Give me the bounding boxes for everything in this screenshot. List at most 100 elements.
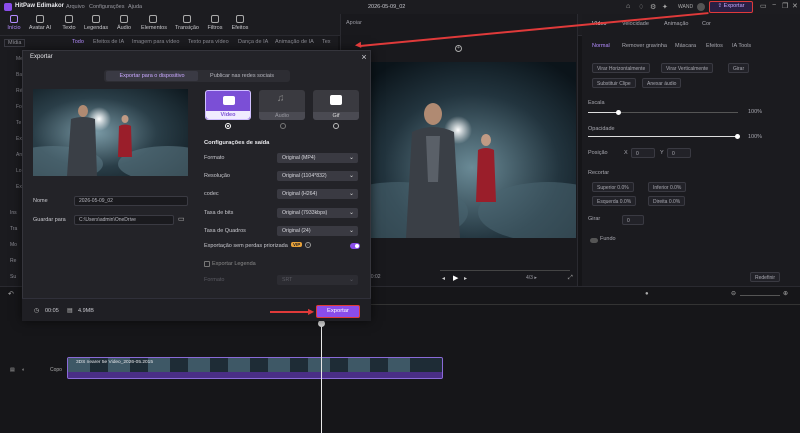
nav-item[interactable]: Mo <box>10 242 17 248</box>
gift-icon[interactable]: ✦ <box>662 3 668 11</box>
settings-icon[interactable]: ⚙ <box>650 3 656 11</box>
folder-icon[interactable]: ▭ <box>178 215 185 223</box>
nav-item[interactable]: Ex <box>16 136 22 142</box>
media-tab-animacao-ia[interactable]: Animação de IA <box>275 39 314 45</box>
format-audio-card[interactable]: ♫ Áudio <box>259 90 305 120</box>
tab-elementos[interactable]: Elementos <box>141 15 167 31</box>
nav-item[interactable]: Lo <box>16 168 22 174</box>
media-tab-texto[interactable]: Tex <box>322 39 331 45</box>
close-icon[interactable]: × <box>359 52 369 62</box>
rotate-button[interactable]: Girar <box>728 63 750 73</box>
format-gif-radio[interactable] <box>333 123 339 129</box>
rp-subtab-efeitos[interactable]: Efeitos <box>706 43 723 49</box>
tab-export-device[interactable]: Exportar para o dispositivo <box>106 71 198 81</box>
escala-knob[interactable] <box>616 110 621 115</box>
fundo-label[interactable]: Fundo <box>600 236 616 242</box>
rp-tab-animacao[interactable]: Animação <box>664 21 688 27</box>
format-video-card[interactable]: Vídeo <box>205 90 251 120</box>
zoom-slider[interactable] <box>740 295 780 296</box>
rp-tab-velocidade[interactable]: Velocidade <box>622 21 649 27</box>
export-button[interactable]: Exportar <box>316 305 360 318</box>
framerate-select[interactable]: Original (24) ⌄ <box>277 226 358 236</box>
preview-video[interactable] <box>368 62 576 238</box>
crop-superior[interactable]: Superior 0.0% <box>592 182 634 192</box>
export-top-button[interactable]: ⇪ Exportar <box>709 1 753 13</box>
media-tab-imagem-video[interactable]: Imagem para vídeo <box>132 39 179 45</box>
rp-subtab-mascara[interactable]: Máscara <box>675 43 696 49</box>
nav-item[interactable]: Re <box>10 258 16 264</box>
tab-transicao[interactable]: Transição <box>175 15 199 31</box>
nav-item[interactable]: Su <box>10 274 16 280</box>
replace-clip-button[interactable]: Substituir Clipe <box>592 78 636 88</box>
close-window-icon[interactable]: ✕ <box>792 2 798 10</box>
media-tab-danca-ia[interactable]: Dança de IA <box>238 39 268 45</box>
prev-frame-icon[interactable]: ◂ <box>442 275 445 282</box>
nav-item[interactable]: Ex <box>16 184 22 190</box>
fundo-toggle[interactable] <box>590 238 598 243</box>
reset-button[interactable]: Redefinir <box>750 272 781 282</box>
next-frame-icon[interactable]: ▸ <box>464 275 467 282</box>
add-icon[interactable]: + <box>455 45 462 52</box>
tab-publish-social[interactable]: Publicar nas redes sociais <box>196 71 288 81</box>
zoom-in-icon[interactable]: ⊕ <box>783 290 788 297</box>
tab-avatar-ai[interactable]: Avatar AI <box>28 15 52 31</box>
tab-audio[interactable]: Áudio <box>112 15 136 31</box>
video-clip[interactable]: 3DS nearer 5e Video_2026-05.2015 <box>67 357 443 379</box>
nav-item[interactable]: Tra <box>10 226 17 232</box>
format-gif-card[interactable]: Gif <box>313 90 359 120</box>
zoom-out-icon[interactable]: ⊖ <box>731 290 736 297</box>
menu-ajuda[interactable]: Ajuda <box>128 4 142 10</box>
flip-vertical-button[interactable]: Virar Verticalmente <box>661 63 714 73</box>
crop-direita[interactable]: Direita 0.0% <box>648 196 686 206</box>
tab-efeitos[interactable]: Efeitos <box>228 15 252 31</box>
export-subtitle-checkbox[interactable] <box>204 261 210 267</box>
media-tab-texto-video[interactable]: Texto para vídeo <box>188 39 229 45</box>
media-tab-efeitos-ia[interactable]: Efeitos de IA <box>93 39 124 45</box>
media-tab-todo[interactable]: Todo <box>72 39 84 45</box>
tab-legendas[interactable]: Legendas <box>84 15 108 31</box>
project-title[interactable]: 2026-05-09_02 <box>368 4 405 10</box>
tab-filtros[interactable]: Filtros <box>203 15 227 31</box>
mic-icon[interactable]: ● <box>645 291 649 297</box>
track-mute-icon[interactable]: ◐ <box>22 367 25 373</box>
format-video-radio[interactable] <box>225 123 231 129</box>
nav-item[interactable]: Ins <box>10 210 17 216</box>
layout-icon[interactable]: ▭ <box>760 2 767 10</box>
flip-horizontal-button[interactable]: Virar Horizontalmente <box>592 63 651 73</box>
rp-subtab-remover[interactable]: Remover gravinha <box>622 43 667 49</box>
nav-item[interactable]: Te <box>16 120 21 126</box>
menu-configuracoes[interactable]: Configurações <box>89 4 124 10</box>
opacidade-knob[interactable] <box>735 134 740 139</box>
attach-audio-button[interactable]: Anexar áudio <box>642 78 682 88</box>
rp-tab-cor[interactable]: Cor <box>702 21 711 27</box>
bitrate-select[interactable]: Original (7933kbps) ⌄ <box>277 208 358 218</box>
info-icon[interactable]: i <box>305 242 311 248</box>
escala-value[interactable]: 100% <box>748 109 762 115</box>
save-path-input[interactable]: C:\Users\admin\OneDrive <box>74 215 174 225</box>
tab-inicio[interactable]: Início <box>2 15 26 31</box>
avatar[interactable] <box>697 3 705 11</box>
preview-progress[interactable] <box>440 270 570 271</box>
codec-select[interactable]: Original (H264) ⌄ <box>277 189 358 199</box>
maximize-icon[interactable]: ❐ <box>782 2 788 10</box>
pos-y-input[interactable]: 0 <box>667 148 691 158</box>
pos-x-input[interactable]: 0 <box>631 148 655 158</box>
girar-input[interactable]: 0 <box>622 215 644 225</box>
opacidade-value[interactable]: 100% <box>748 134 762 140</box>
rp-subtab-ia-tools[interactable]: IA Tools <box>732 43 751 49</box>
playhead-handle[interactable] <box>318 320 325 327</box>
resolucao-select[interactable]: Original (1104*832) ⌄ <box>277 171 358 181</box>
format-audio-radio[interactable] <box>280 123 286 129</box>
nav-item[interactable]: Fo <box>16 104 22 110</box>
crop-esquerda[interactable]: Esquerda 0.0% <box>592 196 637 206</box>
lossless-toggle[interactable] <box>350 243 360 249</box>
menu-arquivo[interactable]: Arquivo <box>66 4 85 10</box>
tab-texto[interactable]: Texto <box>57 15 81 31</box>
play-icon[interactable]: ▶ <box>453 274 458 282</box>
fullscreen-icon[interactable]: ⤢ <box>568 275 573 282</box>
opacidade-slider[interactable] <box>588 136 738 137</box>
track-lock-icon[interactable]: ▤ <box>10 367 15 373</box>
crop-inferior[interactable]: Inferior 0.0% <box>648 182 687 192</box>
media-dropdown[interactable]: Mídia <box>4 39 26 47</box>
undo-icon[interactable]: ↶ <box>8 290 14 298</box>
